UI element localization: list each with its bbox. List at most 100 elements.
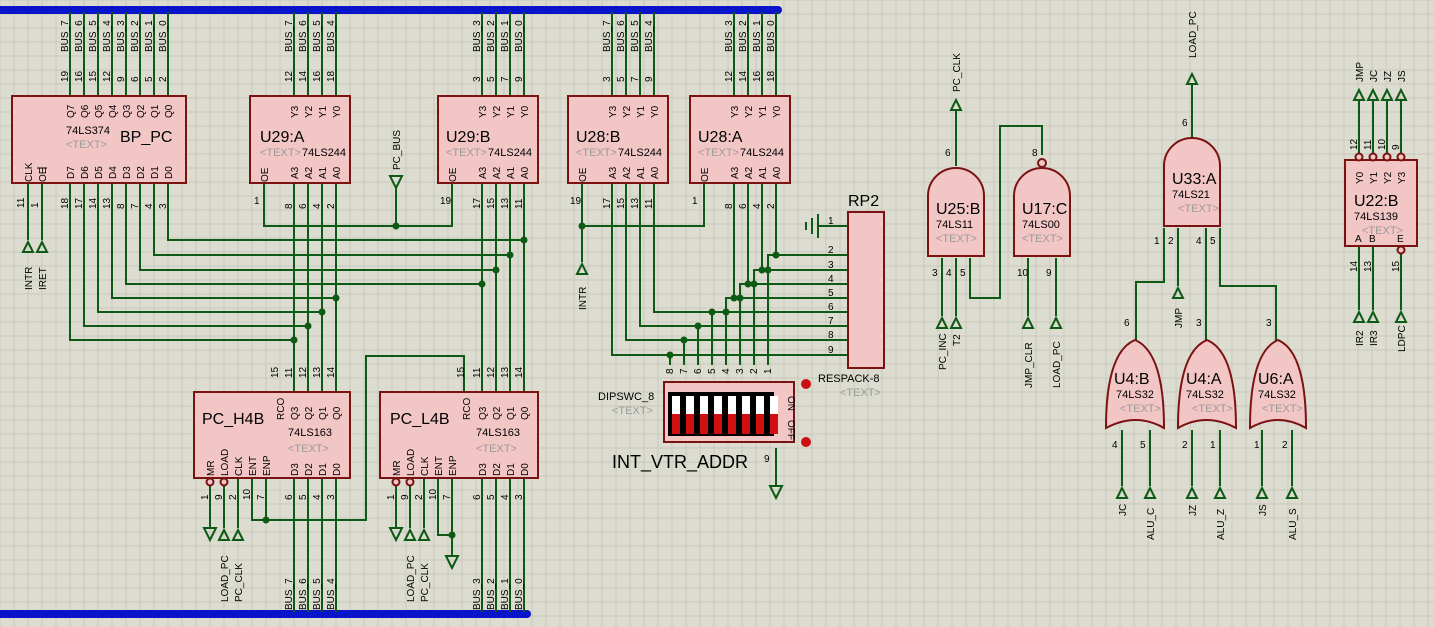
pin-label: Q3 [122, 104, 133, 118]
bus-net-label: BUS_3 [472, 20, 483, 52]
bus-net-label: BUS_4 [326, 20, 337, 52]
pin-number: 15 [88, 70, 99, 82]
gate-part: 74LS32 [1258, 389, 1296, 401]
dip-toggle-knob[interactable] [756, 414, 764, 434]
resistor-pack-rp2[interactable]: RP2 RESPACK-8 <TEXT> 1 2 3 4 5 6 7 8 9 [818, 193, 885, 399]
pin-number: 5 [828, 288, 834, 299]
gate-part: 74LS00 [1022, 219, 1060, 231]
pin-number: 12 [298, 366, 309, 378]
chip-placeholder: <TEXT> [698, 147, 739, 159]
pin-number: 7 [679, 368, 690, 374]
gate-u33a[interactable]: U33:A 74LS21 <TEXT> 6 1 2 4 5 [1154, 118, 1221, 247]
terminal-icon[interactable] [1171, 285, 1185, 299]
gate-u6a[interactable]: U6:A 74LS32 <TEXT> 3 1 2 [1248, 318, 1308, 451]
pin-number: 12 [724, 70, 735, 82]
dip-toggle-knob[interactable] [714, 414, 722, 434]
pin-number: 17 [602, 197, 613, 209]
net-label-intr: INTR [578, 287, 589, 310]
pin-number: 14 [738, 70, 749, 82]
pin-label: D5 [94, 166, 105, 179]
pin-number: 6 [284, 494, 295, 500]
pin-number: 5 [616, 76, 627, 82]
dip-toggle-knob[interactable] [686, 414, 694, 434]
dip-toggle-knob[interactable] [672, 414, 680, 434]
gate-name: U33:A [1172, 171, 1217, 188]
dip-toggle-knob[interactable] [728, 414, 736, 434]
dip-probe-icon[interactable] [801, 437, 811, 447]
terminal-icon[interactable] [1352, 309, 1366, 323]
pin-number: 3 [1196, 318, 1202, 329]
bus-net-label: BUS_1 [752, 20, 763, 52]
net-label: JC [1118, 504, 1129, 516]
pin-number: 3 [602, 76, 613, 82]
pin-label: Q1 [318, 406, 329, 420]
terminal-icon[interactable] [1049, 315, 1063, 329]
inversion-bubble [205, 477, 215, 487]
pin-label: A2 [304, 166, 315, 179]
pin-number: 13 [630, 197, 641, 209]
bus-net-label: BUS_6 [298, 20, 309, 52]
pin-label: A1 [318, 166, 329, 179]
pin-number: 19 [570, 196, 582, 207]
pin-number: 9 [1046, 268, 1052, 279]
pin-number: 4 [144, 203, 155, 209]
terminal-icon[interactable] [1366, 309, 1380, 323]
pin-label-oe: OE [578, 167, 589, 182]
gate-part: 74LS32 [1116, 389, 1154, 401]
pin-label: D1 [506, 463, 517, 476]
gate-placeholder: <TEXT> [1262, 403, 1303, 415]
dip-toggle-knob[interactable] [742, 414, 750, 434]
ground-icon[interactable] [768, 485, 784, 501]
pin-label: D3 [478, 463, 489, 476]
net-label-pc-clk: PC_CLK [420, 563, 431, 602]
pin-number: 2 [766, 203, 777, 209]
chip-placeholder: <TEXT> [66, 139, 107, 151]
chip-part: 74LS244 [488, 147, 532, 159]
pin-label: A2 [744, 166, 755, 179]
gate-name: U17:C [1022, 201, 1067, 218]
dip-probe-icon[interactable] [801, 379, 811, 389]
terminal-icon[interactable] [1394, 309, 1408, 323]
pin-number: 4 [1112, 440, 1118, 451]
pin-number: 16 [312, 70, 323, 82]
dip-toggle-knob[interactable] [770, 414, 778, 434]
dip-toggle-knob[interactable] [700, 414, 708, 434]
net-label-iret: IRET [38, 267, 49, 290]
pin-number: 16 [74, 70, 85, 82]
pin-label: Q2 [492, 406, 503, 420]
terminal-icon[interactable] [1021, 315, 1035, 329]
chip-placeholder: <TEXT> [476, 443, 517, 455]
pin-label: A3 [290, 166, 301, 179]
pin-number: 1 [828, 216, 834, 227]
terminal-icon[interactable] [1185, 71, 1199, 85]
pin-number: 10 [242, 488, 253, 500]
pin-number: 11 [1363, 139, 1374, 150]
pin-number: 6 [1182, 118, 1188, 129]
pin-label: D3 [122, 166, 133, 179]
pin-label: Y1 [1369, 171, 1380, 184]
pin-number: 6 [1124, 318, 1130, 329]
pin-number: 13 [102, 197, 113, 209]
chip-part: 74LS163 [288, 427, 332, 439]
bus-net-label: BUS_0 [514, 20, 525, 52]
pin-number: 5 [1210, 236, 1216, 247]
net-label-load-pc: LOAD_PC [220, 555, 231, 602]
net-label-ldpc: LDPC [1397, 325, 1408, 352]
chip-placeholder: <TEXT> [446, 147, 487, 159]
pin-number: 6 [738, 203, 749, 209]
pin-label: Q1 [150, 104, 161, 118]
bus-net-label: BUS_0 [766, 20, 777, 52]
pin-number: 3 [472, 76, 483, 82]
pin-number: 16 [752, 70, 763, 82]
gate-part: 74LS21 [1172, 189, 1210, 201]
pin-number: 9 [764, 454, 770, 465]
pin-label: ENP [448, 455, 459, 476]
bus-net-label: BUS_2 [486, 20, 497, 52]
pin-number: 5 [486, 494, 497, 500]
pin-number: 7 [442, 494, 453, 500]
net-label-jmp: JMP [1174, 308, 1185, 328]
schematic-canvas[interactable]: BP_PC 74LS374 <TEXT> CLK OE 11 1 U29:A <… [0, 0, 1434, 627]
pin-label: MR [206, 460, 217, 476]
pin-number: 15 [616, 197, 627, 209]
pin-number: 4 [500, 494, 511, 500]
